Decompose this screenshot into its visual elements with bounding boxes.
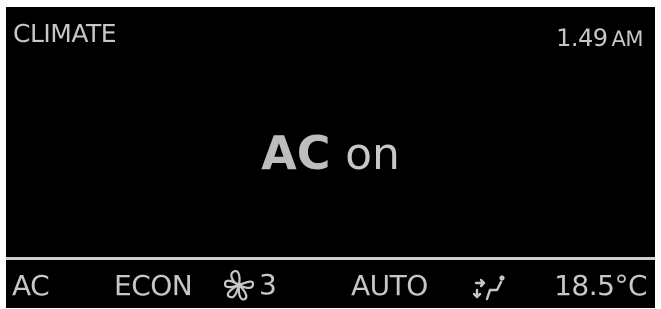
clock-time: 1.49 bbox=[556, 24, 608, 52]
econ-button[interactable]: ECON bbox=[114, 270, 193, 302]
clock: 1.49 AM bbox=[556, 24, 643, 53]
bottom-bar: AC ECON 3 AUTO 18.5°C bbox=[6, 266, 655, 306]
status-strong: AC bbox=[261, 126, 331, 180]
auto-button[interactable]: AUTO bbox=[351, 270, 428, 302]
airflow-mode-button[interactable] bbox=[472, 275, 507, 308]
fan-speed-value: 3 bbox=[259, 268, 277, 301]
airflow-mode-icon bbox=[472, 275, 505, 301]
ac-button[interactable]: AC bbox=[12, 270, 50, 302]
temperature-value[interactable]: 18.5°C bbox=[554, 270, 647, 302]
page-title: CLIMATE bbox=[13, 19, 117, 48]
fan-icon bbox=[223, 269, 255, 301]
status-message: AC on bbox=[6, 127, 655, 181]
divider bbox=[6, 257, 655, 260]
clock-ampm: AM bbox=[611, 27, 644, 51]
fan-speed-control[interactable]: 3 bbox=[221, 268, 277, 302]
climate-screen: CLIMATE 1.49 AM AC on AC ECON 3 AUTO 18.… bbox=[6, 7, 655, 308]
status-weak: on bbox=[345, 129, 400, 180]
